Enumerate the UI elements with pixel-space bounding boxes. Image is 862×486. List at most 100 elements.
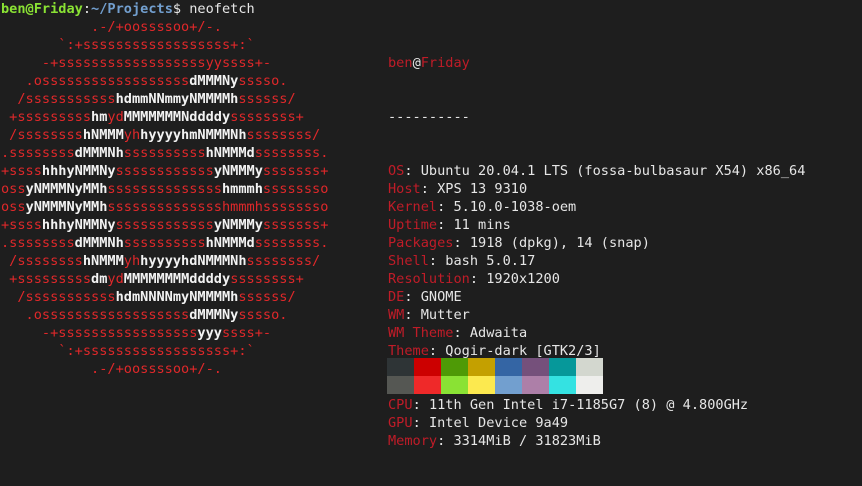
logo-segment: ssssssssssss <box>115 217 214 233</box>
logo-segment: ssssssss/ <box>246 253 353 269</box>
logo-line: +sssshhhyNMMNyssssssssssssyNMMMysssssss+ <box>1 162 353 180</box>
logo-line: -+ssssssssssssssssssyyssss+- <box>1 54 353 72</box>
logo-segment: .ossssssssssssssssss <box>1 73 190 89</box>
info-colon: : <box>404 307 421 323</box>
info-colon: : <box>428 343 446 359</box>
color-palette <box>387 358 603 394</box>
logo-line: /ssssssssssshdmNNNNmyNMMMMhssssss/ <box>1 288 353 306</box>
terminal-window[interactable]: ben@Friday:~/Projects$ neofetch .-/+ooss… <box>0 0 862 449</box>
info-row: Uptime: 11 mins <box>388 216 805 234</box>
logo-line: +ssssssssshmydMMMMMMMNddddyssssssss+ <box>1 108 353 126</box>
info-row: CPU: 11th Gen Intel i7-1185G7 (8) @ 4.80… <box>388 396 805 414</box>
prompt-command: neofetch <box>181 1 255 17</box>
info-value: Mutter <box>420 307 470 323</box>
info-row: WM: Mutter <box>388 306 805 324</box>
info-colon: : <box>469 271 487 287</box>
info-colon: : <box>437 199 454 215</box>
info-row: GPU: Intel Device 9a49 <box>388 414 805 432</box>
info-at: @ <box>412 55 421 71</box>
logo-segment: sssso. <box>238 73 345 89</box>
color-swatch <box>549 358 576 376</box>
info-value: Qogir-dark [GTK2/3] <box>445 343 601 359</box>
info-colon: : <box>428 253 446 269</box>
logo-segment: hhhyNMMNy <box>41 217 116 233</box>
color-swatch <box>522 376 549 394</box>
info-key: Theme <box>388 343 429 359</box>
logo-segment: /sssssssssss <box>1 289 116 305</box>
prompt-separator: : <box>82 1 92 17</box>
logo-line: /sssssssshNMMMyhhyyyyhdNMMMNhssssssss/ <box>1 252 353 270</box>
info-value: 11 mins <box>453 217 511 233</box>
ubuntu-ascii-logo: .-/+oossssoo+/-. `:+ssssssssssssssssss+:… <box>1 18 353 378</box>
info-key: WM <box>388 307 405 323</box>
info-value: Ubuntu 20.04.1 LTS (fossa-bulbasaur X54)… <box>420 163 806 179</box>
info-row: DE: GNOME <box>388 288 805 306</box>
logo-line: .ossssssssssssssssssdMMMNysssso. <box>1 72 353 90</box>
logo-segment: +ssss <box>1 217 42 233</box>
logo-segment: yd <box>107 109 124 125</box>
info-key: DE <box>388 289 405 305</box>
info-row: Shell: bash 5.0.17 <box>388 252 805 270</box>
info-colon: : <box>437 433 454 449</box>
logo-line: .ssssssssdMMMNhsssssssssshNMMMdssssssss. <box>1 144 353 162</box>
logo-segment: ssssssssssss <box>115 163 214 179</box>
info-colon: : <box>437 217 454 233</box>
info-key: Packages <box>388 235 454 251</box>
logo-segment: ssssssss+ <box>230 109 345 125</box>
logo-segment: sssssss+ <box>262 163 353 179</box>
logo-segment: hdmNNNNmyNMMMMh <box>115 289 239 305</box>
logo-segment: dMMMNy <box>189 73 239 89</box>
logo-segment: yh <box>123 253 141 269</box>
logo-segment: yd <box>107 271 124 287</box>
logo-segment: dMMMNh <box>74 145 124 161</box>
info-row: Kernel: 5.10.0-1038-oem <box>388 198 805 216</box>
logo-segment: hNMMMd <box>205 145 255 161</box>
info-row: Host: XPS 13 9310 <box>388 180 805 198</box>
logo-segment: ssssssssss <box>123 145 206 161</box>
logo-segment: /ssssssss <box>1 127 83 143</box>
logo-segment: ssssssssss <box>123 235 206 251</box>
color-swatch <box>441 376 468 394</box>
info-row: Packages: 1918 (dpkg), 14 (snap) <box>388 234 805 252</box>
logo-segment: hmmmh <box>221 181 263 197</box>
logo-segment: /ssssssss <box>1 253 83 269</box>
color-swatch <box>522 358 549 376</box>
info-colon: : <box>412 397 429 413</box>
logo-segment: ssssssss. <box>254 235 353 251</box>
prompt-user-host: ben@Friday <box>1 1 83 17</box>
logo-line: ossyNMMMNyMMhsssssssssssssshmmmhssssssso <box>1 180 353 198</box>
info-separator: ---------- <box>388 109 470 125</box>
color-swatch <box>495 376 522 394</box>
info-key: WM Theme <box>388 325 454 341</box>
logo-segment: sssssss+ <box>262 217 353 233</box>
prompt-dollar: $ <box>172 1 182 17</box>
logo-segment: yNMMMy <box>213 217 263 233</box>
info-key: Uptime <box>388 217 438 233</box>
color-swatch <box>576 376 603 394</box>
color-swatch <box>387 358 414 376</box>
logo-segment: oss <box>1 199 26 215</box>
logo-segment: dMMMNy <box>189 307 239 323</box>
logo-line: /sssssssshNMMMyhhyyyyhmNMMMNhssssssss/ <box>1 126 353 144</box>
logo-segment: `:+ssssssssssssssssss+:` <box>1 37 345 53</box>
info-value: Intel Device 9a49 <box>428 415 569 431</box>
color-swatch <box>468 358 495 376</box>
color-swatch <box>414 358 441 376</box>
logo-segment: dm <box>91 271 108 287</box>
logo-line: `:+ssssssssssssssssss+:` <box>1 342 353 360</box>
info-key: Host <box>388 181 421 197</box>
color-swatch <box>549 376 576 394</box>
info-value: XPS 13 9310 <box>437 181 528 197</box>
info-row: OS: Ubuntu 20.04.1 LTS (fossa-bulbasaur … <box>388 162 805 180</box>
info-value: 1918 (dpkg), 14 (snap) <box>469 235 650 251</box>
logo-segment: ssssss/ <box>238 91 345 107</box>
color-swatch <box>576 358 603 376</box>
system-info-panel: ben@Friday ---------- OS: Ubuntu 20.04.1… <box>388 18 805 486</box>
logo-segment: ssssss/ <box>238 289 345 305</box>
color-swatch <box>441 358 468 376</box>
logo-segment: .ossssssssssssssssss <box>1 307 190 323</box>
palette-row-normal <box>387 358 603 376</box>
info-user: ben <box>388 55 413 71</box>
info-colon: : <box>404 163 421 179</box>
prompt-path: ~/Projects <box>91 1 173 17</box>
